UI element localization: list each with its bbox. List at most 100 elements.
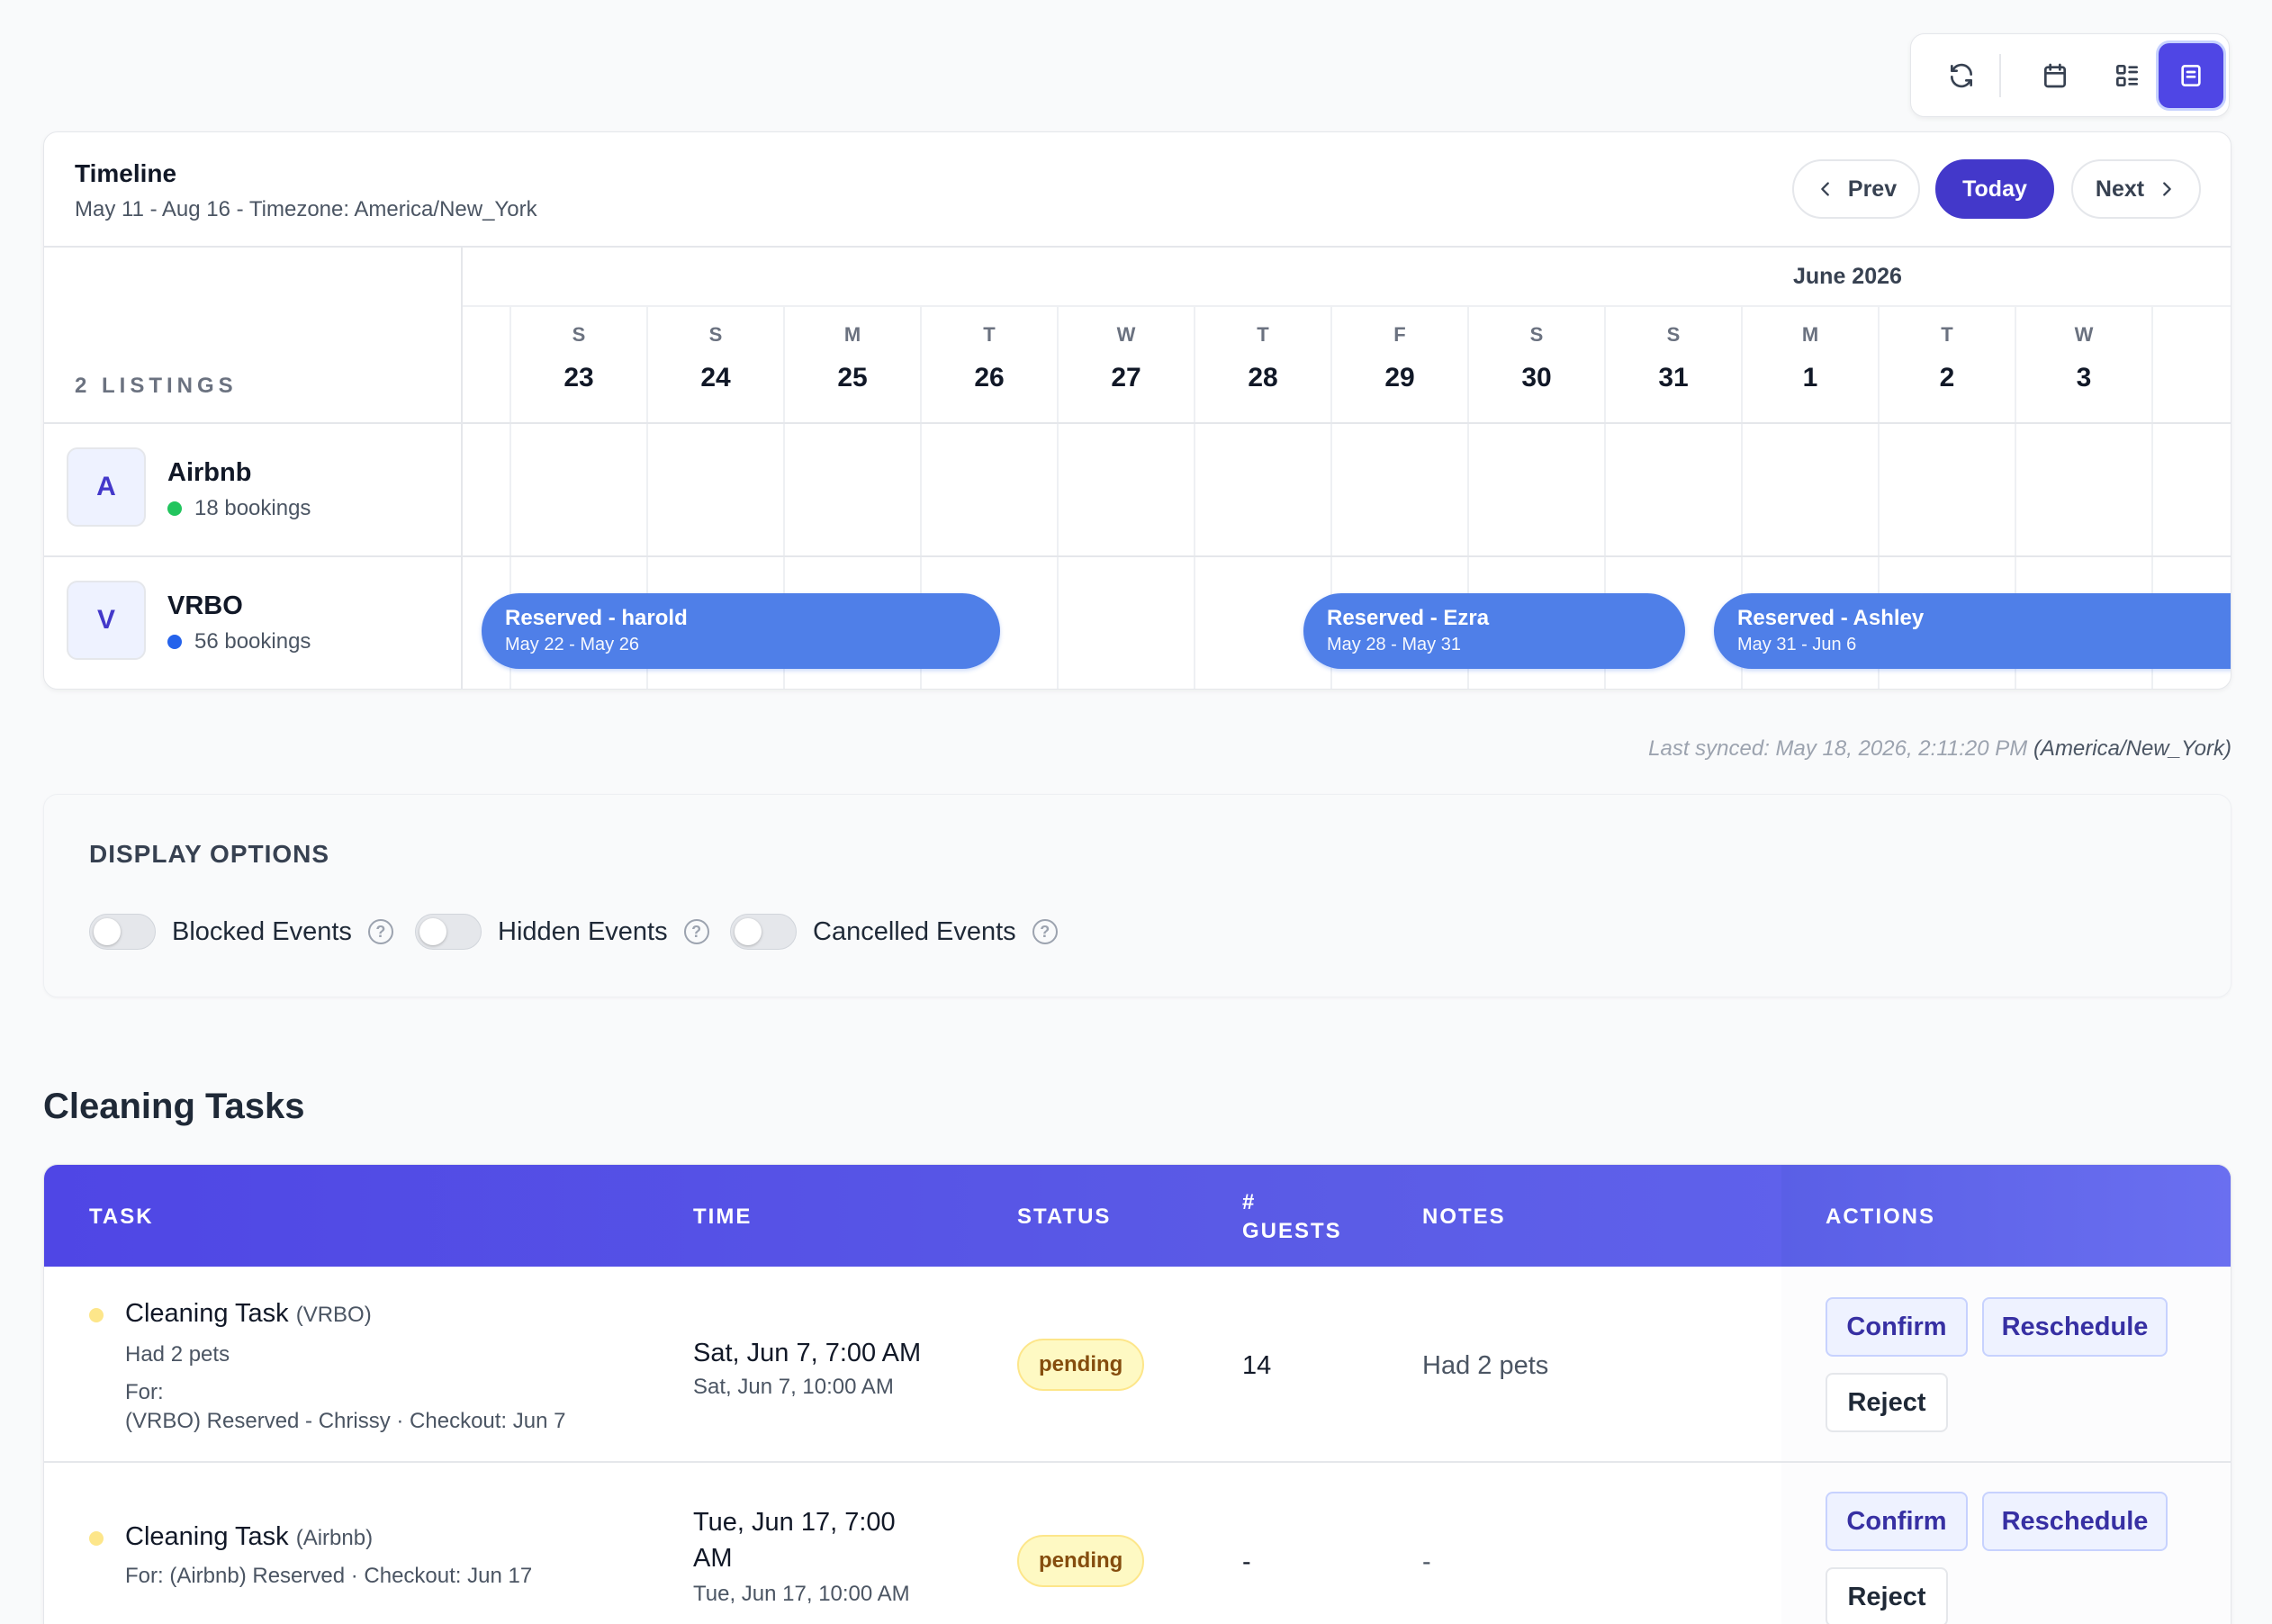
- toggle-hidden-events: Hidden Events ?: [415, 914, 709, 950]
- table-row: Cleaning Task (Airbnb) For: (Airbnb) Res…: [44, 1463, 2231, 1624]
- today-button[interactable]: Today: [1935, 159, 2054, 219]
- day-column[interactable]: W 27: [1057, 305, 1194, 689]
- day-letter: S: [708, 323, 723, 346]
- hidden-events-toggle[interactable]: [415, 914, 482, 950]
- table-header: TASK TIME STATUS # GUESTS NOTES ACTIONS: [44, 1165, 2231, 1267]
- day-letter: T: [1941, 323, 1953, 346]
- task-time-end: Sat, Jun 7, 10:00 AM: [693, 1375, 894, 1399]
- column-header-time: TIME: [693, 1204, 753, 1229]
- timeline-card: Timeline May 11 - Aug 16 - Timezone: Ame…: [43, 131, 2231, 690]
- toggle-knob: [419, 918, 446, 945]
- day-letter: S: [1529, 323, 1544, 346]
- month-label: June 2026: [1793, 264, 1902, 289]
- timeline-title: Timeline: [75, 159, 177, 187]
- day-letter: T: [1257, 323, 1269, 346]
- booking-title: Reserved - Ashley: [1737, 606, 1925, 630]
- prev-button[interactable]: Prev: [1792, 159, 1920, 219]
- timeline-header-divider: [44, 246, 2231, 248]
- day-number: 29: [1384, 363, 1415, 392]
- display-options-panel: DISPLAY OPTIONS Blocked Events ? Hidden …: [43, 794, 2231, 997]
- task-for-label: For:: [125, 1380, 164, 1404]
- reject-button[interactable]: Reject: [1826, 1567, 1948, 1624]
- task-time-start: Sat, Jun 7, 7:00 AM: [693, 1339, 922, 1367]
- view-toolbar: [1910, 33, 2230, 117]
- task-source: (VRBO): [295, 1303, 372, 1327]
- day-number: 26: [974, 363, 1005, 392]
- column-header-guests-hash: #: [1242, 1190, 1257, 1214]
- task-name-text: Cleaning Task: [125, 1522, 289, 1551]
- listing-booking-count: 56 bookings: [167, 629, 311, 654]
- column-header-actions: ACTIONS: [1826, 1204, 1935, 1229]
- day-number: 30: [1521, 363, 1552, 392]
- toolbar-divider: [1999, 54, 2001, 97]
- task-notes: -: [1422, 1547, 1431, 1576]
- day-letter: T: [983, 323, 996, 346]
- task-for-detail: For: (Airbnb) Reserved · Checkout: Jun 1…: [125, 1564, 533, 1588]
- booking-bar[interactable]: Reserved - harold May 22 - May 26: [482, 593, 1000, 669]
- day-number: 24: [700, 363, 731, 392]
- cancelled-events-toggle[interactable]: [730, 914, 797, 950]
- column-header-notes: NOTES: [1422, 1204, 1506, 1229]
- task-name: Cleaning Task (VRBO): [125, 1299, 372, 1329]
- toggle-blocked-events: Blocked Events ?: [89, 914, 393, 950]
- timeline-subtitle: May 11 - Aug 16 - Timezone: America/New_…: [75, 197, 537, 221]
- listing-row-vrbo[interactable]: V VRBO 56 bookings: [44, 557, 461, 689]
- day-number: 25: [837, 363, 868, 392]
- table-row: Cleaning Task (VRBO) Had 2 pets For: (VR…: [44, 1267, 2231, 1463]
- confirm-button[interactable]: Confirm: [1826, 1297, 1968, 1357]
- refresh-button[interactable]: [1929, 43, 1994, 108]
- next-button[interactable]: Next: [2071, 159, 2201, 219]
- status-dot: [89, 1308, 104, 1322]
- booking-bar[interactable]: Reserved - Ashley May 31 - Jun 6: [1714, 593, 2231, 669]
- column-header-task: TASK: [89, 1204, 154, 1229]
- day-letter: F: [1393, 323, 1406, 346]
- booking-dates: May 28 - May 31: [1327, 635, 1461, 654]
- day-letter: W: [2074, 323, 2094, 346]
- today-label: Today: [1962, 176, 2027, 202]
- display-options-title: DISPLAY OPTIONS: [89, 840, 330, 868]
- listing-column-divider: [461, 246, 463, 689]
- reschedule-button[interactable]: Reschedule: [1982, 1297, 2168, 1357]
- next-label: Next: [2095, 176, 2145, 202]
- grid-view-button[interactable]: [2095, 43, 2159, 108]
- day-number: 3: [2076, 363, 2092, 392]
- column-header-status: STATUS: [1017, 1204, 1112, 1229]
- task-name: Cleaning Task (Airbnb): [125, 1522, 373, 1552]
- help-icon[interactable]: ?: [1032, 919, 1058, 944]
- status-dot: [167, 635, 182, 649]
- calendar-view-button[interactable]: [2023, 43, 2087, 108]
- status-dot: [89, 1531, 104, 1546]
- help-icon[interactable]: ?: [683, 919, 709, 944]
- booking-bar[interactable]: Reserved - Ezra May 28 - May 31: [1303, 593, 1685, 669]
- column-header-guests: GUESTS: [1242, 1219, 1342, 1243]
- task-note: Had 2 pets: [125, 1342, 230, 1367]
- last-synced: Last synced: May 18, 2026, 2:11:20 PM (A…: [1648, 736, 2231, 762]
- task-for-detail: (VRBO) Reserved - Chrissy · Checkout: Ju…: [125, 1409, 566, 1433]
- task-notes: Had 2 pets: [1422, 1351, 1549, 1380]
- confirm-button[interactable]: Confirm: [1826, 1492, 1968, 1551]
- reject-button[interactable]: Reject: [1826, 1373, 1948, 1432]
- status-dot: [167, 501, 182, 516]
- help-icon[interactable]: ?: [367, 919, 393, 944]
- list-view-button[interactable]: [2159, 43, 2223, 108]
- toggle-knob: [735, 918, 762, 945]
- day-letter: S: [1666, 323, 1681, 346]
- reschedule-button[interactable]: Reschedule: [1982, 1492, 2168, 1551]
- chevron-right-icon: [2163, 182, 2171, 196]
- blocked-events-toggle[interactable]: [89, 914, 156, 950]
- listing-name: VRBO: [167, 591, 243, 620]
- day-number: 27: [1111, 363, 1141, 392]
- listings-count-label: 2 LISTINGS: [75, 374, 238, 398]
- toggle-knob: [94, 918, 121, 945]
- listing-row-airbnb[interactable]: A Airbnb 18 bookings: [44, 424, 461, 557]
- booking-dates: May 22 - May 26: [505, 635, 639, 654]
- grid-list-icon: [2116, 65, 2138, 86]
- task-source: (Airbnb): [295, 1526, 374, 1550]
- task-name-text: Cleaning Task: [125, 1299, 289, 1328]
- status-badge: pending: [1017, 1535, 1145, 1587]
- toggle-cancelled-events: Cancelled Events ?: [730, 914, 1058, 950]
- cleaning-tasks-table: TASK TIME STATUS # GUESTS NOTES ACTIONS …: [43, 1164, 2231, 1624]
- booking-count-text: 18 bookings: [194, 496, 311, 520]
- day-letter: S: [572, 323, 586, 346]
- toggle-label: Cancelled Events: [813, 916, 1016, 946]
